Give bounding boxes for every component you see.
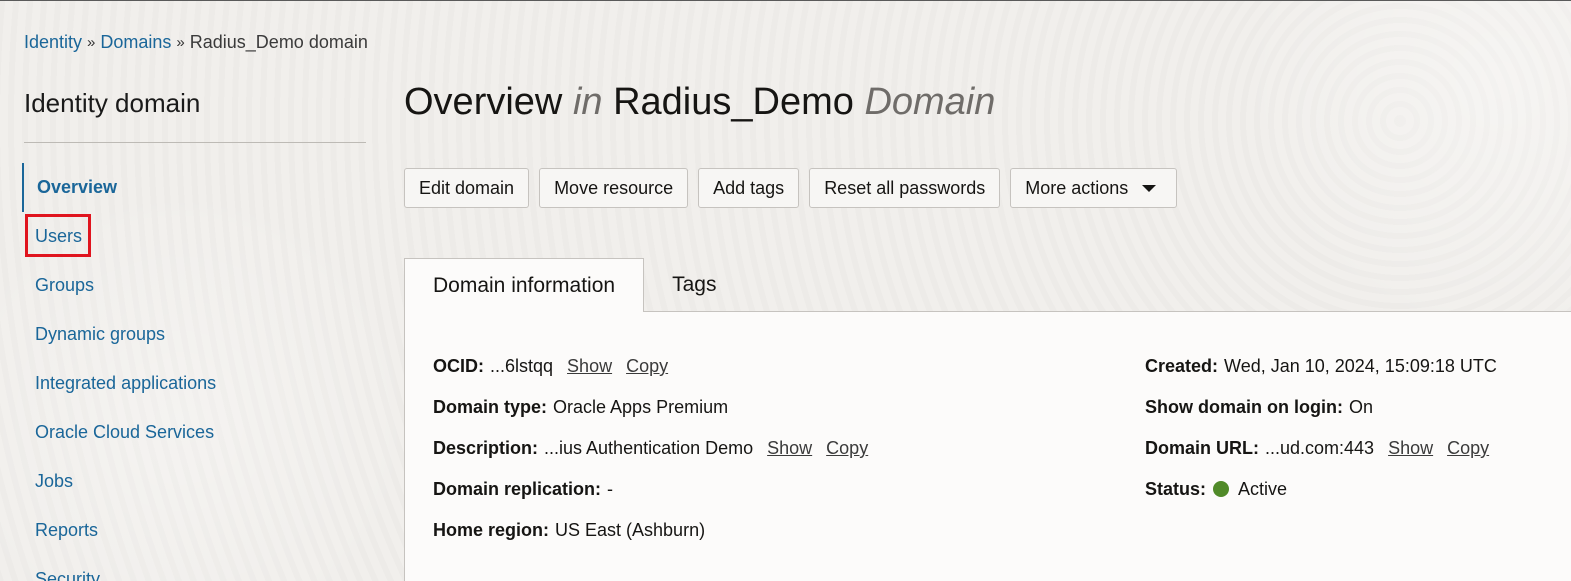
- breadcrumb-separator: »: [176, 34, 185, 51]
- ocid-copy-link[interactable]: Copy: [626, 356, 668, 377]
- sidebar-item-label: Dynamic groups: [35, 324, 166, 344]
- info-row-status: Status: Active: [1145, 479, 1497, 520]
- domain-url-show-link[interactable]: Show: [1388, 438, 1433, 459]
- domain-type-label: Domain type:: [433, 397, 548, 417]
- info-row-description: Description: ...ius Authentication Demo …: [433, 438, 868, 479]
- ocid-label: OCID:: [433, 356, 484, 376]
- show-on-login-value: On: [1348, 397, 1373, 417]
- description-value: ...ius Authentication Demo: [544, 438, 754, 458]
- info-row-replication: Domain replication: -: [433, 479, 868, 520]
- breadcrumb-current: Radius_Demo domain: [189, 32, 368, 52]
- ocid-value: ...6lstqq: [490, 356, 554, 376]
- tab-bar: Domain information Tags: [404, 258, 744, 312]
- move-resource-button[interactable]: Move resource: [539, 168, 689, 208]
- sidebar-item-reports[interactable]: Reports: [22, 506, 366, 555]
- edit-domain-button[interactable]: Edit domain: [404, 168, 530, 208]
- description-label: Description:: [433, 438, 539, 458]
- info-row-show-on-login: Show domain on login: On: [1145, 397, 1497, 438]
- sidebar-item-security[interactable]: Security: [22, 555, 366, 581]
- breadcrumb: Identity » Domains » Radius_Demo domain: [24, 32, 368, 53]
- breadcrumb-separator: »: [87, 34, 96, 51]
- info-row-domain-type: Domain type: Oracle Apps Premium: [433, 397, 868, 438]
- page-title-domain-name: Radius_Demo: [613, 81, 854, 123]
- page-title-domain: Domain: [864, 81, 996, 123]
- sidebar-item-label: Overview: [37, 177, 118, 197]
- info-row-ocid: OCID: ...6lstqq Show Copy: [433, 356, 868, 397]
- sidebar-item-label: Integrated applications: [35, 373, 217, 393]
- sidebar-item-label: Reports: [35, 520, 99, 540]
- sidebar-item-integrated-applications[interactable]: Integrated applications: [22, 359, 366, 408]
- add-tags-button[interactable]: Add tags: [698, 168, 800, 208]
- sidebar-item-dynamic-groups[interactable]: Dynamic groups: [22, 310, 366, 359]
- reset-all-passwords-button[interactable]: Reset all passwords: [809, 168, 1001, 208]
- status-label: Status:: [1145, 479, 1207, 499]
- tab-domain-information[interactable]: Domain information: [404, 258, 645, 312]
- sidebar-item-users[interactable]: Users: [22, 212, 366, 261]
- domain-url-copy-link[interactable]: Copy: [1447, 438, 1489, 459]
- info-column-left: OCID: ...6lstqq Show Copy Domain type: O…: [433, 356, 868, 561]
- info-row-created: Created: Wed, Jan 10, 2024, 15:09:18 UTC: [1145, 356, 1497, 397]
- status-value: Active: [1238, 479, 1288, 499]
- status-active-icon: [1213, 481, 1230, 497]
- page-title-overview: Overview: [404, 81, 563, 123]
- caret-down-icon: [1142, 184, 1157, 192]
- show-on-login-label: Show domain on login:: [1145, 397, 1343, 417]
- sidebar-item-label: Groups: [35, 275, 95, 295]
- more-actions-label: More actions: [1025, 177, 1129, 198]
- sidebar-item-groups[interactable]: Groups: [22, 261, 366, 310]
- description-copy-link[interactable]: Copy: [826, 438, 868, 459]
- sidebar-divider: [24, 142, 366, 143]
- sidebar-item-jobs[interactable]: Jobs: [22, 457, 366, 506]
- sidebar-item-label: Security: [35, 569, 101, 581]
- sidebar-item-label: Jobs: [35, 471, 74, 491]
- created-value: Wed, Jan 10, 2024, 15:09:18 UTC: [1224, 356, 1497, 376]
- domain-url-value: ...ud.com:443: [1265, 438, 1375, 458]
- page-title-in: in: [572, 81, 603, 123]
- home-region-label: Home region:: [433, 520, 550, 540]
- domain-url-label: Domain URL:: [1145, 438, 1259, 458]
- domain-information-panel: OCID: ...6lstqq Show Copy Domain type: O…: [404, 311, 1571, 581]
- info-column-right: Created: Wed, Jan 10, 2024, 15:09:18 UTC…: [1145, 356, 1497, 520]
- sidebar-item-label: Oracle Cloud Services: [35, 422, 215, 442]
- sidebar-item-overview[interactable]: Overview: [22, 163, 366, 212]
- sidebar-nav: Overview Users Groups Dynamic groups Int…: [22, 163, 366, 581]
- created-label: Created:: [1145, 356, 1219, 376]
- info-row-home-region: Home region: US East (Ashburn): [433, 520, 868, 561]
- description-show-link[interactable]: Show: [767, 438, 812, 459]
- ocid-show-link[interactable]: Show: [567, 356, 612, 377]
- tab-tags[interactable]: Tags: [644, 258, 744, 311]
- domain-type-value: Oracle Apps Premium: [553, 397, 729, 417]
- highlight-box: [25, 214, 92, 257]
- info-row-domain-url: Domain URL: ...ud.com:443 Show Copy: [1145, 438, 1497, 479]
- more-actions-button[interactable]: More actions: [1010, 168, 1178, 208]
- home-region-value: US East (Ashburn): [555, 520, 706, 540]
- action-bar: Edit domain Move resource Add tags Reset…: [404, 168, 1178, 208]
- breadcrumb-identity-link[interactable]: Identity: [24, 32, 82, 53]
- breadcrumb-domains-link[interactable]: Domains: [100, 32, 171, 53]
- sidebar-title: Identity domain: [24, 88, 201, 118]
- replication-value: -: [607, 479, 614, 499]
- page-title: Overview in Radius_Demo Domain: [404, 81, 995, 124]
- replication-label: Domain replication:: [433, 479, 602, 499]
- sidebar-item-oracle-cloud-services[interactable]: Oracle Cloud Services: [22, 408, 366, 457]
